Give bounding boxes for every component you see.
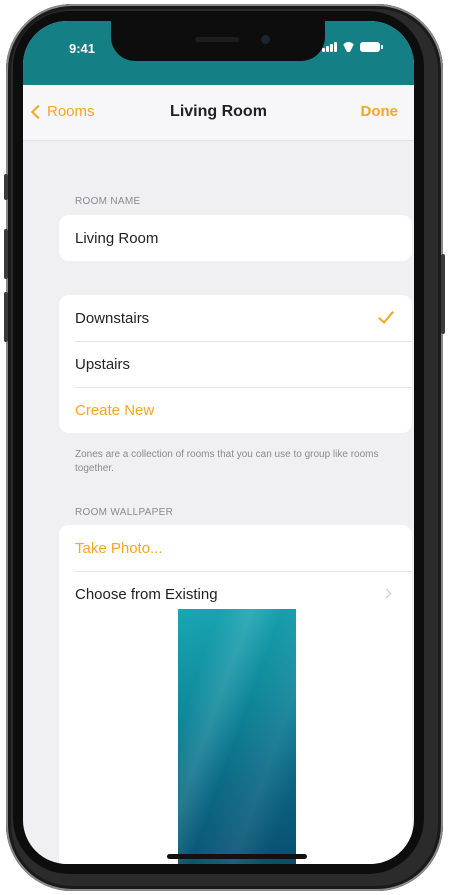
- zones-footer: Zones are a collection of rooms that you…: [75, 449, 379, 474]
- take-photo-button[interactable]: Take Photo...: [59, 525, 412, 571]
- front-camera: [261, 35, 270, 44]
- phone-screen: 9:41 Rooms Living Room Done ROOM NAME Li…: [23, 21, 414, 864]
- zones-group: Downstairs Upstairs Create New: [59, 295, 412, 433]
- cellular-signal-icon: [322, 42, 337, 52]
- chevron-right-icon: [381, 588, 392, 599]
- room-name-group: Living Room: [59, 215, 412, 261]
- take-photo-label: Take Photo...: [75, 539, 163, 557]
- create-new-zone-button[interactable]: Create New: [59, 387, 412, 433]
- choose-existing-label: Choose from Existing: [75, 585, 218, 603]
- wallpaper-preview-area: [59, 609, 412, 864]
- chevron-left-icon: [30, 104, 46, 119]
- power-button: [441, 254, 445, 334]
- speaker: [195, 37, 239, 42]
- zone-row-downstairs[interactable]: Downstairs: [59, 295, 412, 341]
- home-indicator: [167, 854, 307, 859]
- volume-down-button: [4, 292, 8, 342]
- battery-icon: [360, 42, 383, 52]
- mute-switch: [4, 174, 8, 200]
- back-label: Rooms: [47, 103, 95, 120]
- back-button[interactable]: Rooms: [30, 103, 95, 120]
- checkmark-icon: [378, 307, 394, 324]
- zone-label: Downstairs: [75, 309, 150, 327]
- wallpaper-group: Take Photo... Choose from Existing: [59, 525, 412, 617]
- status-bar: 9:41: [23, 21, 414, 85]
- room-name-field[interactable]: Living Room: [59, 215, 412, 261]
- wallpaper-preview-image[interactable]: [178, 609, 296, 864]
- zone-label: Upstairs: [75, 355, 131, 373]
- wifi-icon: [342, 42, 355, 52]
- done-button[interactable]: Done: [361, 103, 399, 120]
- volume-up-button: [4, 229, 8, 279]
- status-icons: [322, 42, 383, 52]
- notch: [111, 21, 325, 61]
- room-wallpaper-header: ROOM WALLPAPER: [75, 507, 174, 518]
- zone-row-upstairs[interactable]: Upstairs: [59, 341, 412, 387]
- room-name-header: ROOM NAME: [75, 196, 141, 207]
- settings-content: ROOM NAME Living Room Downstairs Upstair…: [23, 141, 414, 864]
- create-new-label: Create New: [75, 401, 155, 419]
- status-time: 9:41: [69, 41, 96, 56]
- navigation-bar: Rooms Living Room Done: [23, 85, 414, 141]
